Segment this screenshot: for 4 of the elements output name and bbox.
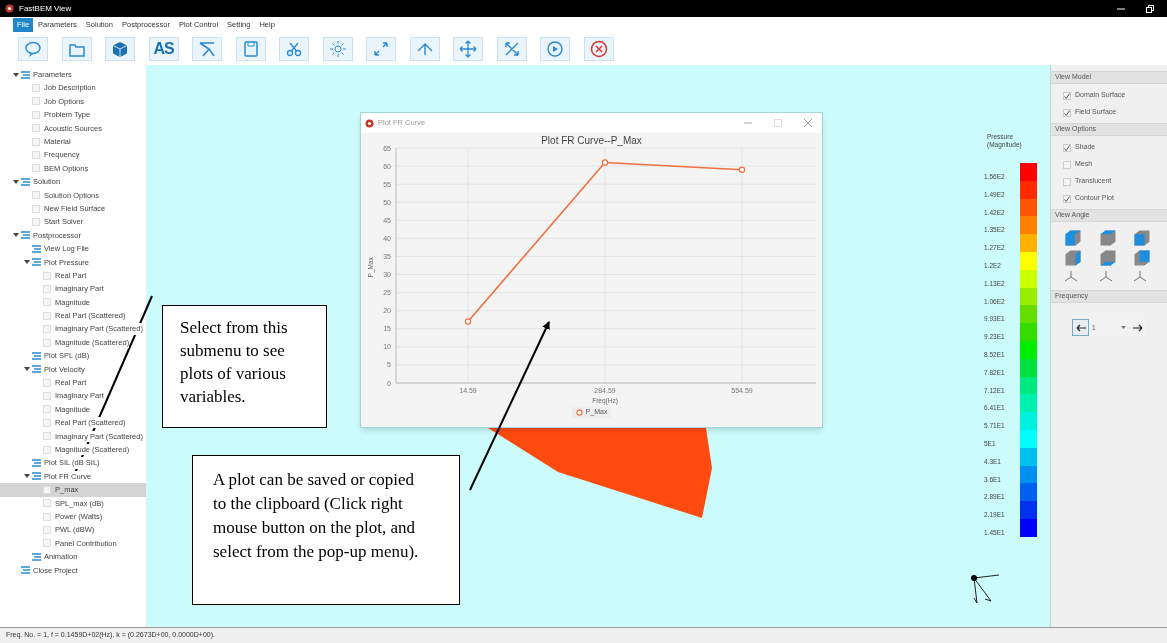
window-title: FastBEM View [19, 2, 72, 15]
callout-text: Select from this submenu to see plots of various variables. [180, 317, 289, 408]
callout-text: A plot can be saved or copied to the clipboard (Click right mouse button on the plot, and select from the pop-up menu). [213, 469, 419, 563]
chart-title: Plot FR Curve--P_Max [541, 135, 642, 146]
